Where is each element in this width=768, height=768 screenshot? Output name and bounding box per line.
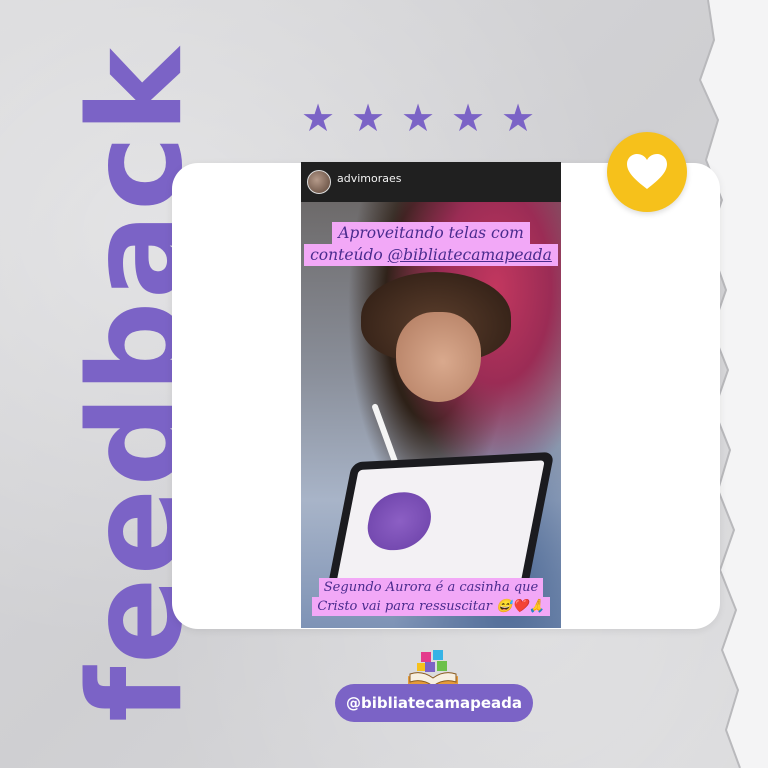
caption-bottom-line2: Cristo vai para ressuscitar 😅❤️🙏 bbox=[312, 597, 550, 616]
story-screenshot: advimoraes Aproveitando telas com conteú… bbox=[301, 162, 561, 628]
caption-top-line1: Aproveitando telas com bbox=[332, 222, 530, 244]
heart-badge bbox=[607, 132, 687, 212]
star-icon: ★ bbox=[350, 96, 386, 140]
footer-handle-pill: @bibliatecamapeada bbox=[335, 684, 533, 722]
star-icon: ★ bbox=[450, 96, 486, 140]
caption-bottom-line1: Segundo Aurora é a casinha que bbox=[318, 578, 544, 597]
caption-top-handle: @bibliatecamapeada bbox=[387, 246, 552, 264]
star-icon: ★ bbox=[400, 96, 436, 140]
story-username: advimoraes bbox=[337, 172, 402, 185]
story-caption-top: Aproveitando telas com conteúdo @bibliat… bbox=[301, 220, 561, 268]
caption-top-prefix: conteúdo bbox=[310, 246, 388, 264]
star-icon: ★ bbox=[500, 96, 536, 140]
child-face bbox=[396, 312, 481, 402]
avatar bbox=[307, 170, 331, 194]
story-header: advimoraes bbox=[301, 162, 561, 202]
star-icon: ★ bbox=[300, 96, 336, 140]
star-rating: ★ ★ ★ ★ ★ bbox=[300, 96, 536, 140]
story-caption-bottom: Segundo Aurora é a casinha que Cristo va… bbox=[301, 578, 561, 616]
caption-top-line2: conteúdo @bibliatecamapeada bbox=[304, 244, 558, 266]
colored-drawing bbox=[362, 490, 437, 552]
heart-icon bbox=[627, 154, 667, 189]
